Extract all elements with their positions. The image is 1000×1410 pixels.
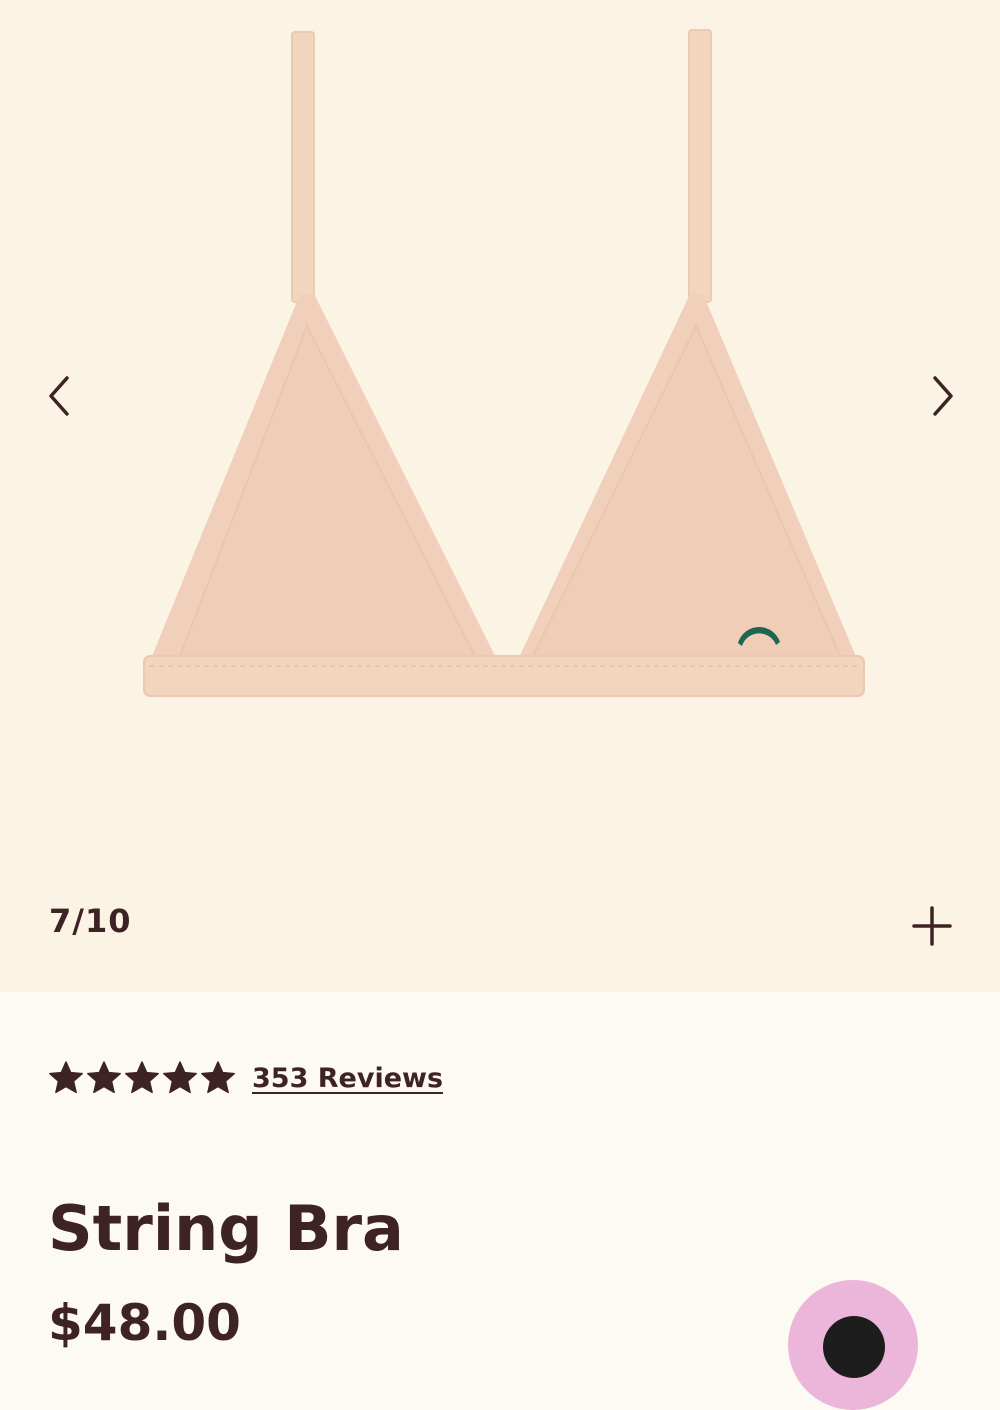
product-image[interactable] <box>140 26 870 706</box>
plus-icon <box>912 906 952 946</box>
chat-button[interactable] <box>788 1280 918 1410</box>
next-image-button[interactable] <box>912 366 972 426</box>
zoom-button[interactable] <box>906 900 958 952</box>
chevron-right-icon <box>933 376 953 416</box>
product-gallery: 7/10 <box>0 0 1000 992</box>
product-price: $48.00 <box>48 1294 241 1352</box>
star-rating[interactable] <box>48 1060 236 1096</box>
slide-counter: 7/10 <box>49 902 132 940</box>
chat-icon <box>823 1316 885 1378</box>
star-icon <box>201 1061 235 1094</box>
star-icon <box>87 1061 121 1094</box>
previous-image-button[interactable] <box>30 366 90 426</box>
star-icon <box>125 1061 159 1094</box>
rating-summary: 353 Reviews <box>48 1060 443 1096</box>
star-icon <box>163 1061 197 1094</box>
product-title: String Bra <box>48 1192 404 1265</box>
reviews-link[interactable]: 353 Reviews <box>252 1063 443 1094</box>
chevron-left-icon <box>49 376 69 416</box>
product-details: 353 Reviews String Bra $48.00 <box>0 992 1000 1410</box>
star-icon <box>49 1061 83 1094</box>
